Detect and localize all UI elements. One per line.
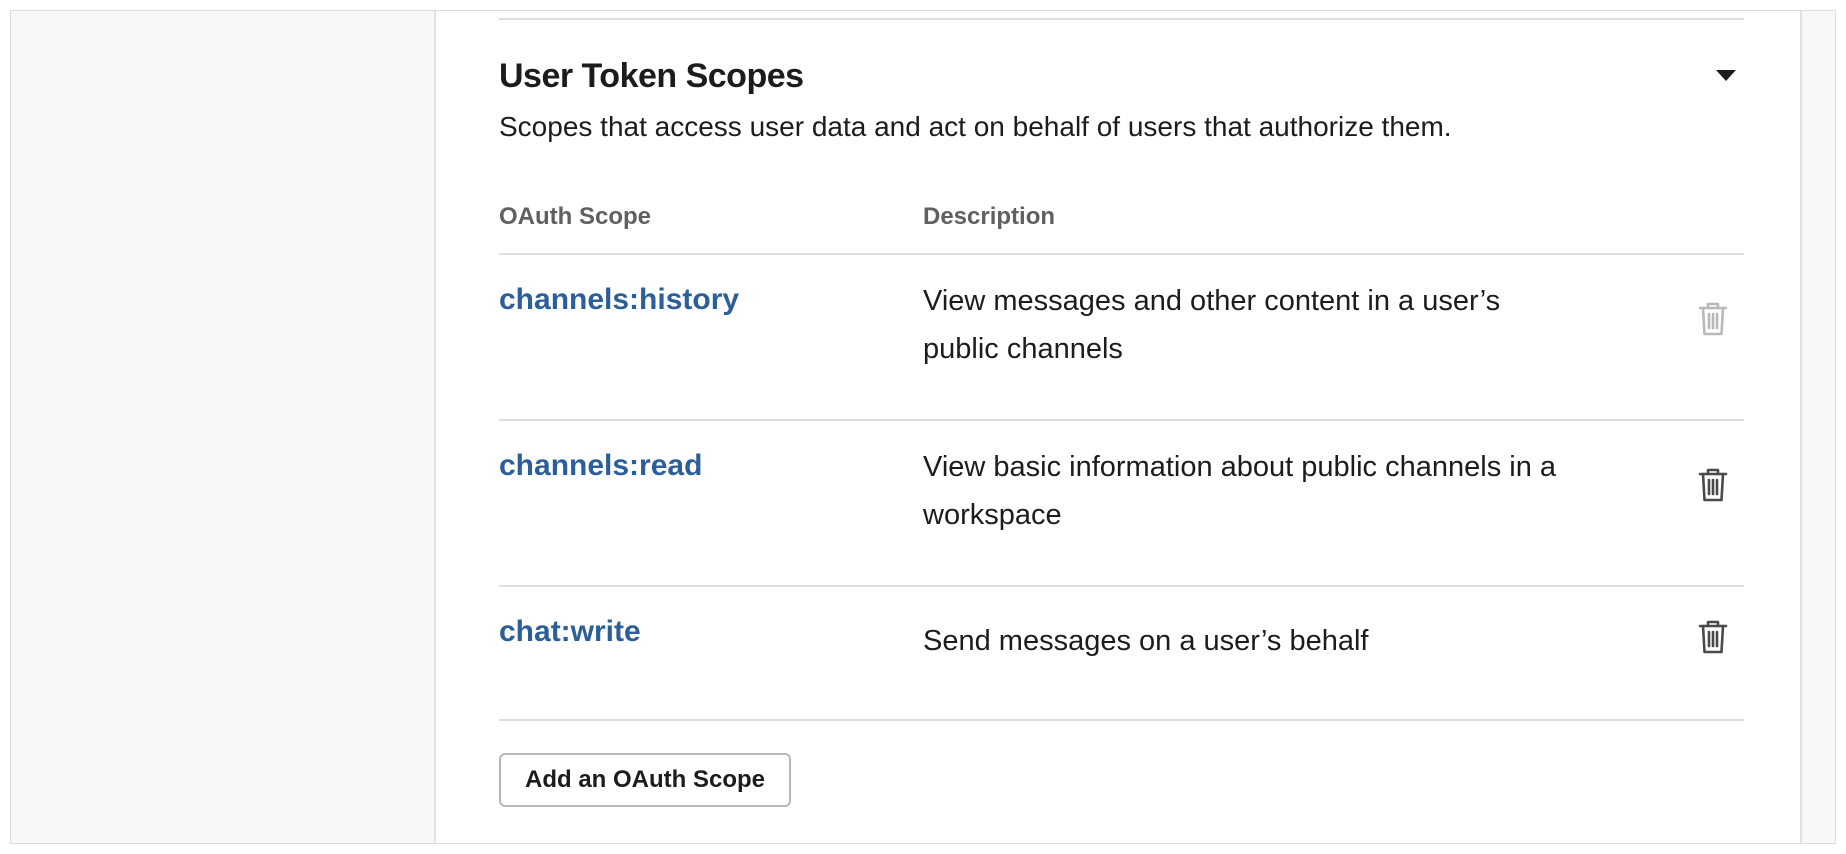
caret-down-icon [1716, 69, 1736, 81]
scope-link-channels-history[interactable]: channels:history [499, 283, 739, 317]
add-oauth-scope-button[interactable]: Add an OAuth Scope [499, 753, 791, 807]
scope-link-chat-write[interactable]: chat:write [499, 615, 641, 649]
scope-link-channels-read[interactable]: channels:read [499, 449, 702, 483]
remove-scope-button-disabled [1693, 299, 1733, 339]
section-title: User Token Scopes [499, 57, 804, 95]
trash-icon [1698, 302, 1728, 336]
remove-scope-button[interactable] [1693, 617, 1733, 657]
scopes-section: User Token Scopes Scopes that access use… [499, 11, 1745, 843]
left-sidebar-panel [11, 11, 436, 843]
trash-icon [1698, 468, 1728, 502]
column-header-description: Description [923, 203, 1056, 230]
table-row: channels:read View basic information abo… [499, 421, 1744, 587]
collapse-toggle-button[interactable] [1712, 61, 1740, 89]
section-divider [499, 18, 1744, 20]
table-row: chat:write Send messages on a user’s beh… [499, 587, 1744, 721]
scope-description: View basic information about public chan… [923, 451, 1557, 531]
table-row: channels:history View messages and other… [499, 255, 1744, 421]
section-description: Scopes that access user data and act on … [499, 111, 1452, 142]
scope-description: Send messages on a user’s behalf [923, 625, 1369, 657]
column-header-oauth-scope: OAuth Scope [499, 203, 652, 230]
app-frame: User Token Scopes Scopes that access use… [10, 10, 1836, 844]
right-rail [1800, 11, 1835, 843]
trash-icon [1698, 620, 1728, 654]
remove-scope-button[interactable] [1693, 465, 1733, 505]
scope-description: View messages and other content in a use… [923, 285, 1501, 365]
